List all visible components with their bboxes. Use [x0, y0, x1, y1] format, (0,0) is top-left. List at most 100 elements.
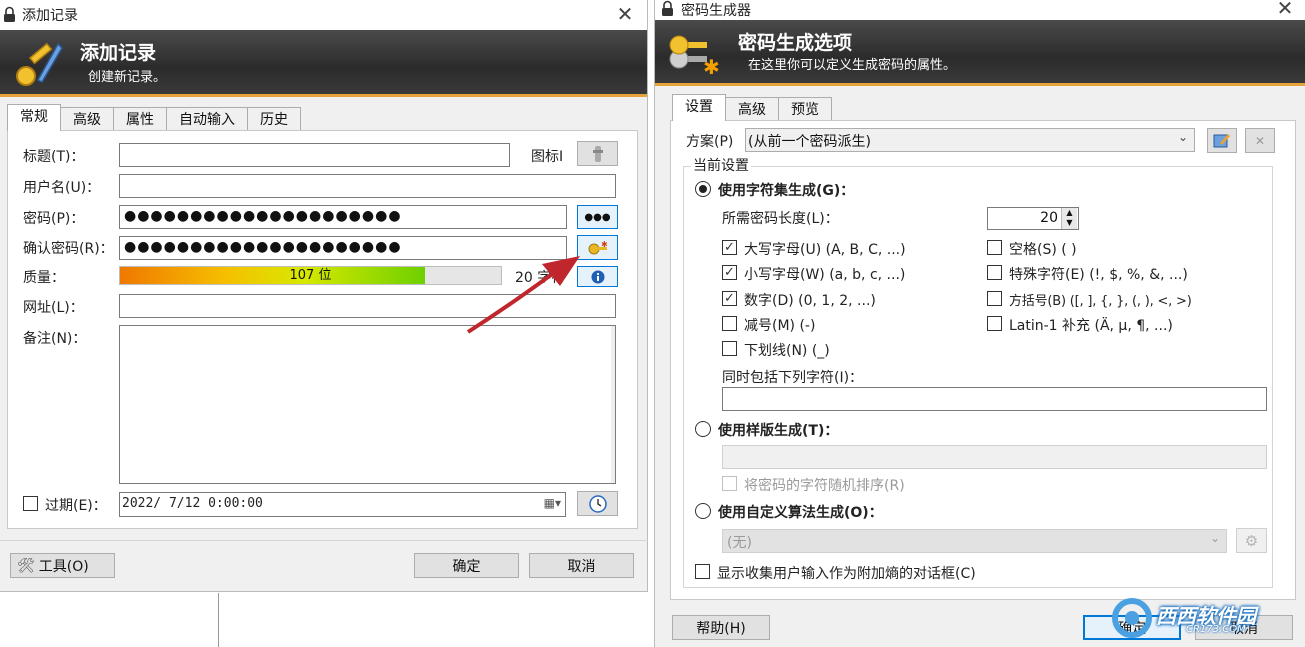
annotation-arrow: [466, 256, 580, 334]
quality-bar: 107 位: [119, 266, 502, 285]
also-include-field[interactable]: [722, 387, 1267, 411]
save-profile-button[interactable]: [1207, 128, 1237, 153]
upper-checkbox[interactable]: ✓: [722, 240, 737, 255]
window-title: 添加记录: [22, 8, 78, 24]
space-checkbox[interactable]: [987, 240, 1002, 255]
minus-checkbox[interactable]: [722, 316, 737, 331]
username-label: 用户名(U)：: [23, 180, 101, 196]
length-spinner[interactable]: 20 ▲ ▼: [987, 207, 1079, 230]
entropy-checkbox[interactable]: [695, 564, 710, 579]
title-field[interactable]: [119, 143, 510, 167]
current-settings-label: 当前设置: [691, 155, 751, 175]
header-banner: ✱ 密码生成选项 在这里你可以定义生成密码的属性。: [655, 20, 1305, 86]
icon-label: 图标I: [531, 149, 564, 165]
info-icon: [591, 270, 604, 283]
underline-checkbox[interactable]: [722, 341, 737, 356]
pattern-radio[interactable]: [695, 421, 711, 437]
tools-button[interactable]: 🛠 工具(O): [10, 553, 115, 578]
custom-algorithm-select[interactable]: (无) ⌄: [722, 529, 1227, 553]
permute-checkbox[interactable]: [722, 476, 737, 491]
custom-options-button[interactable]: ⚙: [1236, 528, 1267, 553]
wrench-icon: 🛠: [17, 557, 35, 574]
delete-profile-button[interactable]: ✕: [1245, 128, 1275, 153]
password-label: 密码(P)：: [23, 211, 85, 227]
close-icon[interactable]: ✕: [1275, 0, 1295, 18]
expiry-presets-button[interactable]: [577, 491, 618, 516]
title-bar: 密码生成器 ✕: [655, 0, 1305, 20]
tab-strip: 常规 高级 属性 自动输入 历史: [7, 104, 301, 131]
repeat-label: 确认密码(R)：: [23, 241, 114, 257]
close-icon[interactable]: ✕: [615, 4, 635, 24]
charset-radio-label: 使用字符集生成(G)：: [718, 183, 855, 199]
pattern-field[interactable]: [722, 445, 1267, 469]
tab-preview[interactable]: 预览: [778, 97, 832, 121]
expiry-date-field[interactable]: 2022/ 7/12 0:00:00 ▦▾: [119, 492, 566, 517]
profile-select[interactable]: (从前一个密码派生) ⌄: [745, 128, 1195, 152]
expires-checkbox[interactable]: [23, 496, 38, 511]
tab-general[interactable]: 常规: [7, 104, 61, 131]
entropy-label: 显示收集用户输入作为附加熵的对话框(C): [717, 566, 976, 582]
username-field[interactable]: [119, 174, 616, 198]
key-icon: [592, 145, 603, 162]
calendar-dropdown-icon[interactable]: ▦▾: [544, 496, 561, 510]
icon-picker-button[interactable]: [577, 141, 618, 166]
banner-title: 添加记录: [80, 42, 157, 64]
lock-icon: [662, 0, 673, 16]
profile-label: 方案(P): [686, 134, 734, 150]
tab-strip: 设置 高级 预览: [672, 94, 832, 121]
header-banner: 添加记录 创建新记录。: [0, 30, 647, 97]
spinner-arrows-icon[interactable]: ▲ ▼: [1061, 208, 1077, 229]
key-star-icon: ✱: [669, 35, 720, 78]
special-label: 特殊字符(E) (!, $, %, &, ...): [1009, 267, 1188, 283]
tab-advanced[interactable]: 高级: [60, 107, 114, 131]
expiry-value: 2022/ 7/12 0:00:00: [122, 496, 263, 511]
background-window-edge: [218, 593, 219, 647]
close-icon: ✕: [1254, 133, 1266, 148]
edit-icon: [1213, 133, 1231, 147]
custom-radio[interactable]: [695, 503, 711, 519]
expires-label: 过期(E)：: [45, 498, 107, 514]
show-password-button[interactable]: ●●●: [577, 205, 618, 229]
window-title: 密码生成器: [681, 3, 751, 19]
watermark-logo: [1112, 598, 1152, 638]
watermark-domain: CR173.COM: [1186, 624, 1246, 635]
password-generator-dialog: 密码生成器 ✕ ✱ 密码生成选项 在这里你可以定义生成密码的属性。 设置 高级 …: [654, 0, 1305, 647]
notes-label: 备注(N)：: [23, 331, 87, 347]
pattern-radio-label: 使用样版生成(T)：: [718, 423, 839, 439]
tab-history[interactable]: 历史: [247, 107, 301, 131]
help-button[interactable]: 帮助(H): [672, 615, 770, 640]
digits-checkbox[interactable]: ✓: [722, 291, 737, 306]
title-label: 标题(T)：: [23, 149, 85, 165]
tab-advanced[interactable]: 高级: [725, 97, 779, 121]
gear-icon: ⚙: [1244, 531, 1259, 550]
lower-checkbox[interactable]: ✓: [722, 265, 737, 280]
latin1-checkbox[interactable]: [987, 316, 1002, 331]
notes-scrollbar[interactable]: [611, 326, 615, 483]
tab-settings[interactable]: 设置: [672, 94, 726, 121]
banner-subtitle: 在这里你可以定义生成密码的属性。: [748, 58, 957, 73]
key-pen-icon: [16, 42, 63, 86]
tab-auto-type[interactable]: 自动输入: [166, 107, 248, 131]
brackets-label: 方括号(B) ([, ], {, }, (, ), <, >): [1009, 294, 1192, 309]
notes-field[interactable]: [119, 325, 616, 484]
custom-radio-label: 使用自定义算法生成(O)：: [718, 505, 883, 521]
title-bar: 添加记录 ✕: [0, 0, 647, 30]
permute-label: 将密码的字符随机排序(R): [744, 478, 905, 494]
tab-properties[interactable]: 属性: [113, 107, 167, 131]
profile-value: (从前一个密码派生): [748, 134, 871, 150]
special-checkbox[interactable]: [987, 265, 1002, 280]
upper-label: 大写字母(U) (A, B, C, ...): [744, 242, 906, 258]
chevron-down-icon: ⌄: [1209, 531, 1220, 545]
quality-label: 质量：: [23, 270, 65, 286]
brackets-checkbox[interactable]: [987, 291, 1002, 306]
password-field[interactable]: ●●●●●●●●●●●●●●●●●●●●●: [119, 205, 567, 229]
ok-button[interactable]: 确定: [414, 553, 519, 578]
banner-subtitle: 创建新记录。: [88, 70, 167, 85]
svg-text:✱: ✱: [601, 240, 608, 249]
underline-label: 下划线(N) (_): [744, 343, 830, 359]
also-include-label: 同时包括下列字符(I)：: [722, 370, 864, 386]
cancel-button[interactable]: 取消: [529, 553, 634, 578]
latin1-label: Latin-1 补充 (Ä, µ, ¶, ...): [1009, 318, 1173, 334]
chevron-down-icon: ⌄: [1177, 130, 1188, 144]
charset-radio[interactable]: [695, 181, 711, 197]
